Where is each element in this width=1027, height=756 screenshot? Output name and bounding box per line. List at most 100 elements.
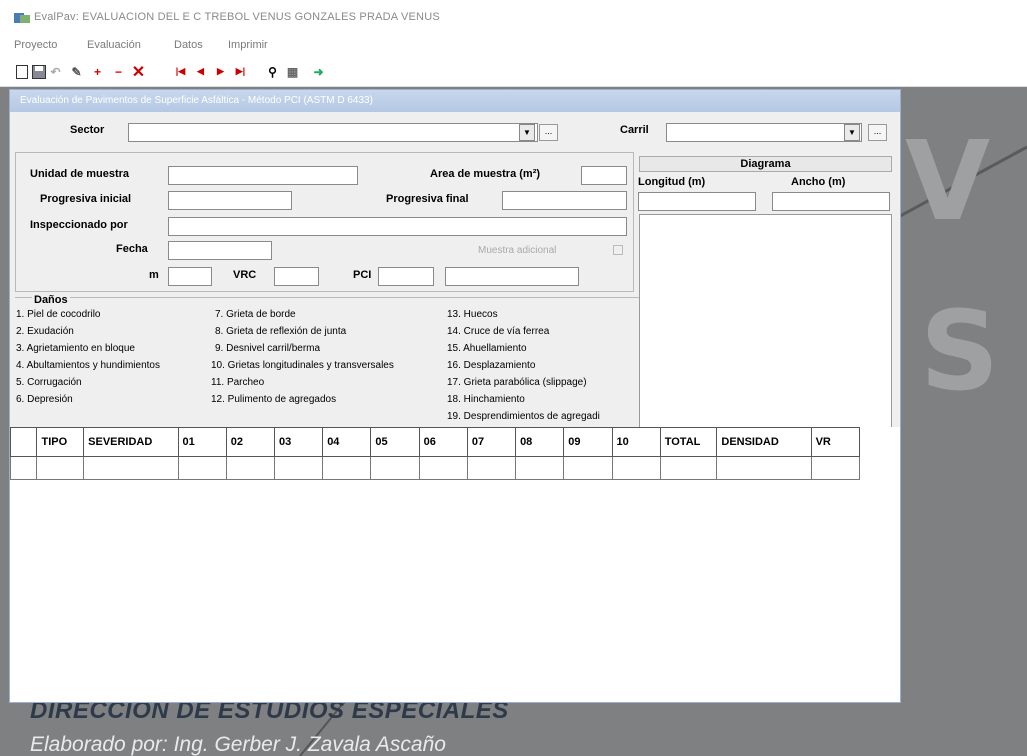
sector-select[interactable] <box>128 123 538 142</box>
menu-imprimir[interactable]: Imprimir <box>228 39 268 51</box>
progresiva-final-label: Progresiva final <box>386 193 469 205</box>
damage-item: 16. Desplazamiento <box>447 360 536 371</box>
grid-header-07: 07 <box>466 427 517 457</box>
sector-dropdown-button[interactable]: ▼ <box>519 124 535 141</box>
binoculars-icon[interactable]: ⚲ <box>264 63 281 80</box>
damage-item: 18. Hinchamiento <box>447 394 525 405</box>
carril-dropdown-button[interactable]: ▼ <box>844 124 860 141</box>
first-record-icon[interactable]: |◀ <box>172 63 189 80</box>
ancho-input[interactable] <box>772 192 890 211</box>
grid-cell[interactable] <box>659 456 718 480</box>
damage-item: 4. Abultamientos y hundimientos <box>16 360 160 371</box>
unidad-muestra-label: Unidad de muestra <box>30 168 130 180</box>
diagram-canvas[interactable] <box>639 214 892 431</box>
cancel-icon[interactable]: ✕ <box>130 63 147 81</box>
grid-cell[interactable] <box>177 456 227 480</box>
inspeccionado-input[interactable] <box>168 217 627 236</box>
muestra-adicional-label: Muestra adicional <box>478 245 557 256</box>
unidad-muestra-input[interactable] <box>168 166 358 185</box>
grid-cell[interactable] <box>273 456 324 480</box>
pci-rating-input[interactable] <box>445 267 579 286</box>
grid-header-10: 10 <box>611 427 661 457</box>
grid-cell[interactable] <box>611 456 661 480</box>
pci-input[interactable] <box>378 267 434 286</box>
previous-record-icon[interactable]: ◀ <box>192 63 209 80</box>
save-icon[interactable] <box>30 63 47 80</box>
grid-cell[interactable] <box>466 456 517 480</box>
damage-item: 5. Corrugación <box>16 377 82 388</box>
grid-cell[interactable] <box>515 456 565 480</box>
grid-header-01: 01 <box>177 427 227 457</box>
carril-select[interactable] <box>666 123 862 142</box>
damage-item: 13. Huecos <box>447 309 498 320</box>
pci-form-window: Evaluación de Pavimentos de Superficie A… <box>9 89 901 703</box>
remove-record-icon[interactable]: − <box>110 63 127 80</box>
longitud-input[interactable] <box>638 192 756 211</box>
damage-item: 11. Parcheo <box>211 377 265 388</box>
grid-cell[interactable] <box>563 456 613 480</box>
damage-item: 6. Depresión <box>16 394 73 405</box>
exit-icon[interactable]: ➜ <box>310 63 327 80</box>
edit-pencil-icon[interactable]: ✎ <box>68 63 85 80</box>
damage-item: 12. Pulimento de agregados <box>211 394 337 405</box>
carril-label: Carril <box>620 124 649 136</box>
vrc-label: VRC <box>233 269 257 281</box>
area-muestra-input[interactable] <box>581 166 627 185</box>
longitud-label: Longitud (m) <box>638 176 706 188</box>
grid-cell[interactable] <box>36 456 85 480</box>
damage-item: 1. Piel de cocodrilo <box>16 309 101 320</box>
form-title: Evaluación de Pavimentos de Superficie A… <box>10 90 900 112</box>
danos-title: Daños <box>32 294 70 306</box>
add-record-icon[interactable]: + <box>89 63 106 80</box>
table-row[interactable] <box>9 456 861 480</box>
damage-item: 10. Grietas longitudinales y transversal… <box>211 360 394 371</box>
window-title: EvalPav: EVALUACION DEL E C TREBOL VENUS… <box>34 11 440 23</box>
progresiva-inicial-label: Progresiva inicial <box>40 193 132 205</box>
undo-icon[interactable]: ↶ <box>47 63 64 80</box>
print-icon[interactable]: ▦ <box>284 63 301 80</box>
app-icon <box>14 13 30 23</box>
grid-cell[interactable] <box>322 456 372 480</box>
grid-header-selector <box>9 427 38 457</box>
vrc-input[interactable] <box>274 267 319 286</box>
damage-item: 15. Ahuellamiento <box>447 343 527 354</box>
menu-bar: Proyecto Evaluación Datos Imprimir <box>0 34 1027 54</box>
background-letter-v: V <box>905 117 991 245</box>
muestra-adicional-checkbox[interactable] <box>613 245 623 255</box>
grid-cell[interactable] <box>716 456 812 480</box>
sector-ellipsis-button[interactable]: ... <box>539 124 558 141</box>
progresiva-inicial-input[interactable] <box>168 191 292 210</box>
grid-cell[interactable] <box>225 456 275 480</box>
menu-evaluacion[interactable]: Evaluación <box>87 39 141 51</box>
background-author-text: Elaborado por: Ing. Gerber J. Zavala Asc… <box>30 733 446 756</box>
menu-datos[interactable]: Datos <box>174 39 203 51</box>
ancho-label: Ancho (m) <box>791 176 846 188</box>
m-input[interactable] <box>168 267 212 286</box>
grid-header-02: 02 <box>225 427 275 457</box>
menu-proyecto[interactable]: Proyecto <box>14 39 57 51</box>
last-record-icon[interactable]: ▶| <box>232 63 249 80</box>
new-file-icon[interactable] <box>13 63 30 80</box>
grid-header-04: 04 <box>322 427 372 457</box>
next-record-icon[interactable]: ▶ <box>212 63 229 80</box>
m-label: m <box>149 269 159 281</box>
grid-cell[interactable] <box>370 456 420 480</box>
grid-header-06: 06 <box>418 427 468 457</box>
grid-header-total: TOTAL <box>659 427 718 457</box>
grid-cell[interactable] <box>83 456 179 480</box>
grid-header-vr: VR <box>810 427 861 457</box>
row-selector[interactable] <box>9 456 38 480</box>
damage-item: 19. Desprendimientos de agregadi <box>447 411 600 422</box>
damage-item: 8. Grieta de reflexión de junta <box>215 326 347 337</box>
grid-header-row: TIPO SEVERIDAD 01 02 03 04 05 06 07 08 0… <box>9 427 861 457</box>
grid-cell[interactable] <box>810 456 861 480</box>
carril-ellipsis-button[interactable]: ... <box>868 124 887 141</box>
fecha-input[interactable] <box>168 241 272 260</box>
grid-header-tipo: TIPO <box>36 427 85 457</box>
damage-grid[interactable]: TIPO SEVERIDAD 01 02 03 04 05 06 07 08 0… <box>9 427 861 480</box>
diagrama-header: Diagrama <box>639 156 892 172</box>
progresiva-final-input[interactable] <box>502 191 627 210</box>
damage-item: 2. Exudación <box>16 326 74 337</box>
grid-cell[interactable] <box>418 456 468 480</box>
inspeccionado-label: Inspeccionado por <box>30 219 128 231</box>
